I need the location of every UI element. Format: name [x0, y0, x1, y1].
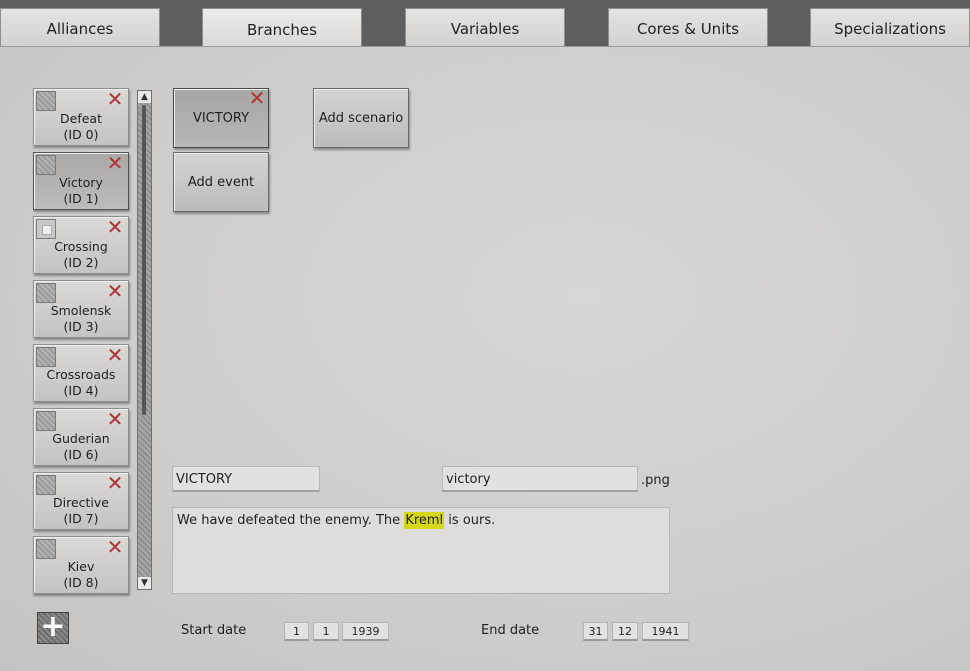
- add-branch-button[interactable]: +: [37, 612, 69, 644]
- delete-icon[interactable]: ✕: [106, 217, 124, 237]
- branch-label: Smolensk (ID 3): [50, 303, 112, 334]
- branch-item-defeat[interactable]: ✕ Defeat (ID 0): [33, 88, 129, 146]
- branch-label: Victory (ID 1): [59, 175, 103, 206]
- plus-icon: +: [40, 609, 66, 644]
- add-event-button[interactable]: Add event: [173, 152, 269, 212]
- branch-checkbox[interactable]: [36, 347, 56, 367]
- tab-label: Specializations: [834, 19, 946, 38]
- description-text: is ours.: [444, 513, 496, 528]
- tab-label: Cores & Units: [636, 19, 740, 38]
- delete-icon[interactable]: ✕: [106, 281, 124, 301]
- scenario-image-field[interactable]: victory: [442, 466, 638, 492]
- branch-label: Crossing (ID 2): [54, 239, 108, 270]
- scenario-button-victory[interactable]: VICTORY ✕: [173, 88, 269, 148]
- image-extension-label: .png: [641, 473, 670, 488]
- end-month-field[interactable]: 12: [612, 622, 638, 641]
- branch-item-crossroads[interactable]: ✕ Crossroads (ID 4): [33, 344, 129, 402]
- add-scenario-button[interactable]: Add scenario: [313, 88, 409, 148]
- branch-checkbox[interactable]: [36, 283, 56, 303]
- delete-icon[interactable]: ✕: [106, 473, 124, 493]
- delete-icon[interactable]: ✕: [106, 537, 124, 557]
- branch-item-smolensk[interactable]: ✕ Smolensk (ID 3): [33, 280, 129, 338]
- branch-item-victory[interactable]: ✕ Victory (ID 1): [33, 152, 129, 210]
- branch-label: Guderian (ID 6): [52, 431, 110, 462]
- branch-item-guderian[interactable]: ✕ Guderian (ID 6): [33, 408, 129, 466]
- start-year-field[interactable]: 1939: [342, 622, 389, 641]
- end-year-field[interactable]: 1941: [642, 622, 689, 641]
- scenario-label: VICTORY: [192, 110, 250, 126]
- branch-item-directive[interactable]: ✕ Directive (ID 7): [33, 472, 129, 530]
- branch-list-scrollbar[interactable]: ▲ ▼: [137, 90, 152, 590]
- tab-cores-units[interactable]: Cores & Units: [608, 8, 768, 48]
- add-scenario-label: Add scenario: [318, 110, 404, 126]
- tab-label: Branches: [247, 20, 317, 39]
- branch-checkbox[interactable]: [36, 155, 56, 175]
- delete-icon[interactable]: ✕: [106, 345, 124, 365]
- tab-label: Variables: [450, 19, 520, 38]
- delete-icon[interactable]: ✕: [106, 153, 124, 173]
- tab-alliances[interactable]: Alliances: [0, 8, 160, 48]
- branch-checkbox[interactable]: [36, 475, 56, 495]
- delete-icon[interactable]: ✕: [106, 409, 124, 429]
- branch-checkbox[interactable]: [36, 219, 56, 239]
- branch-item-crossing[interactable]: ✕ Crossing (ID 2): [33, 216, 129, 274]
- start-date-label: Start date: [181, 623, 247, 638]
- scrollbar-thumb[interactable]: [142, 105, 146, 415]
- delete-icon[interactable]: ✕: [248, 88, 266, 108]
- scenario-description-field[interactable]: We have defeated the enemy. The Kreml is…: [172, 507, 670, 594]
- branch-label: Defeat (ID 0): [60, 111, 102, 142]
- tab-label: Alliances: [46, 19, 114, 38]
- tab-variables[interactable]: Variables: [405, 8, 565, 48]
- end-day-field[interactable]: 31: [583, 622, 608, 641]
- tab-specializations[interactable]: Specializations: [810, 8, 970, 48]
- delete-icon[interactable]: ✕: [106, 89, 124, 109]
- description-text: We have defeated the enemy. The: [177, 513, 405, 528]
- branch-checkbox[interactable]: [36, 539, 56, 559]
- branch-checkbox[interactable]: [36, 91, 56, 111]
- branch-item-kiev[interactable]: ✕ Kiev (ID 8): [33, 536, 129, 594]
- scroll-up-icon[interactable]: ▲: [138, 91, 151, 103]
- branch-label: Kiev (ID 8): [63, 559, 99, 590]
- tab-bar: Alliances Branches Variables Cores & Uni…: [0, 0, 970, 50]
- scroll-down-icon[interactable]: ▼: [138, 577, 151, 589]
- branch-checkbox[interactable]: [36, 411, 56, 431]
- end-date-label: End date: [481, 623, 540, 638]
- start-month-field[interactable]: 1: [313, 622, 339, 641]
- branch-label: Directive (ID 7): [53, 495, 109, 526]
- tab-branches[interactable]: Branches: [202, 8, 362, 50]
- add-event-label: Add event: [187, 174, 255, 190]
- branch-label: Crossroads (ID 4): [46, 367, 116, 398]
- scenario-name-field[interactable]: VICTORY: [172, 466, 320, 492]
- description-highlight: Kreml: [404, 512, 445, 529]
- start-day-field[interactable]: 1: [284, 622, 309, 641]
